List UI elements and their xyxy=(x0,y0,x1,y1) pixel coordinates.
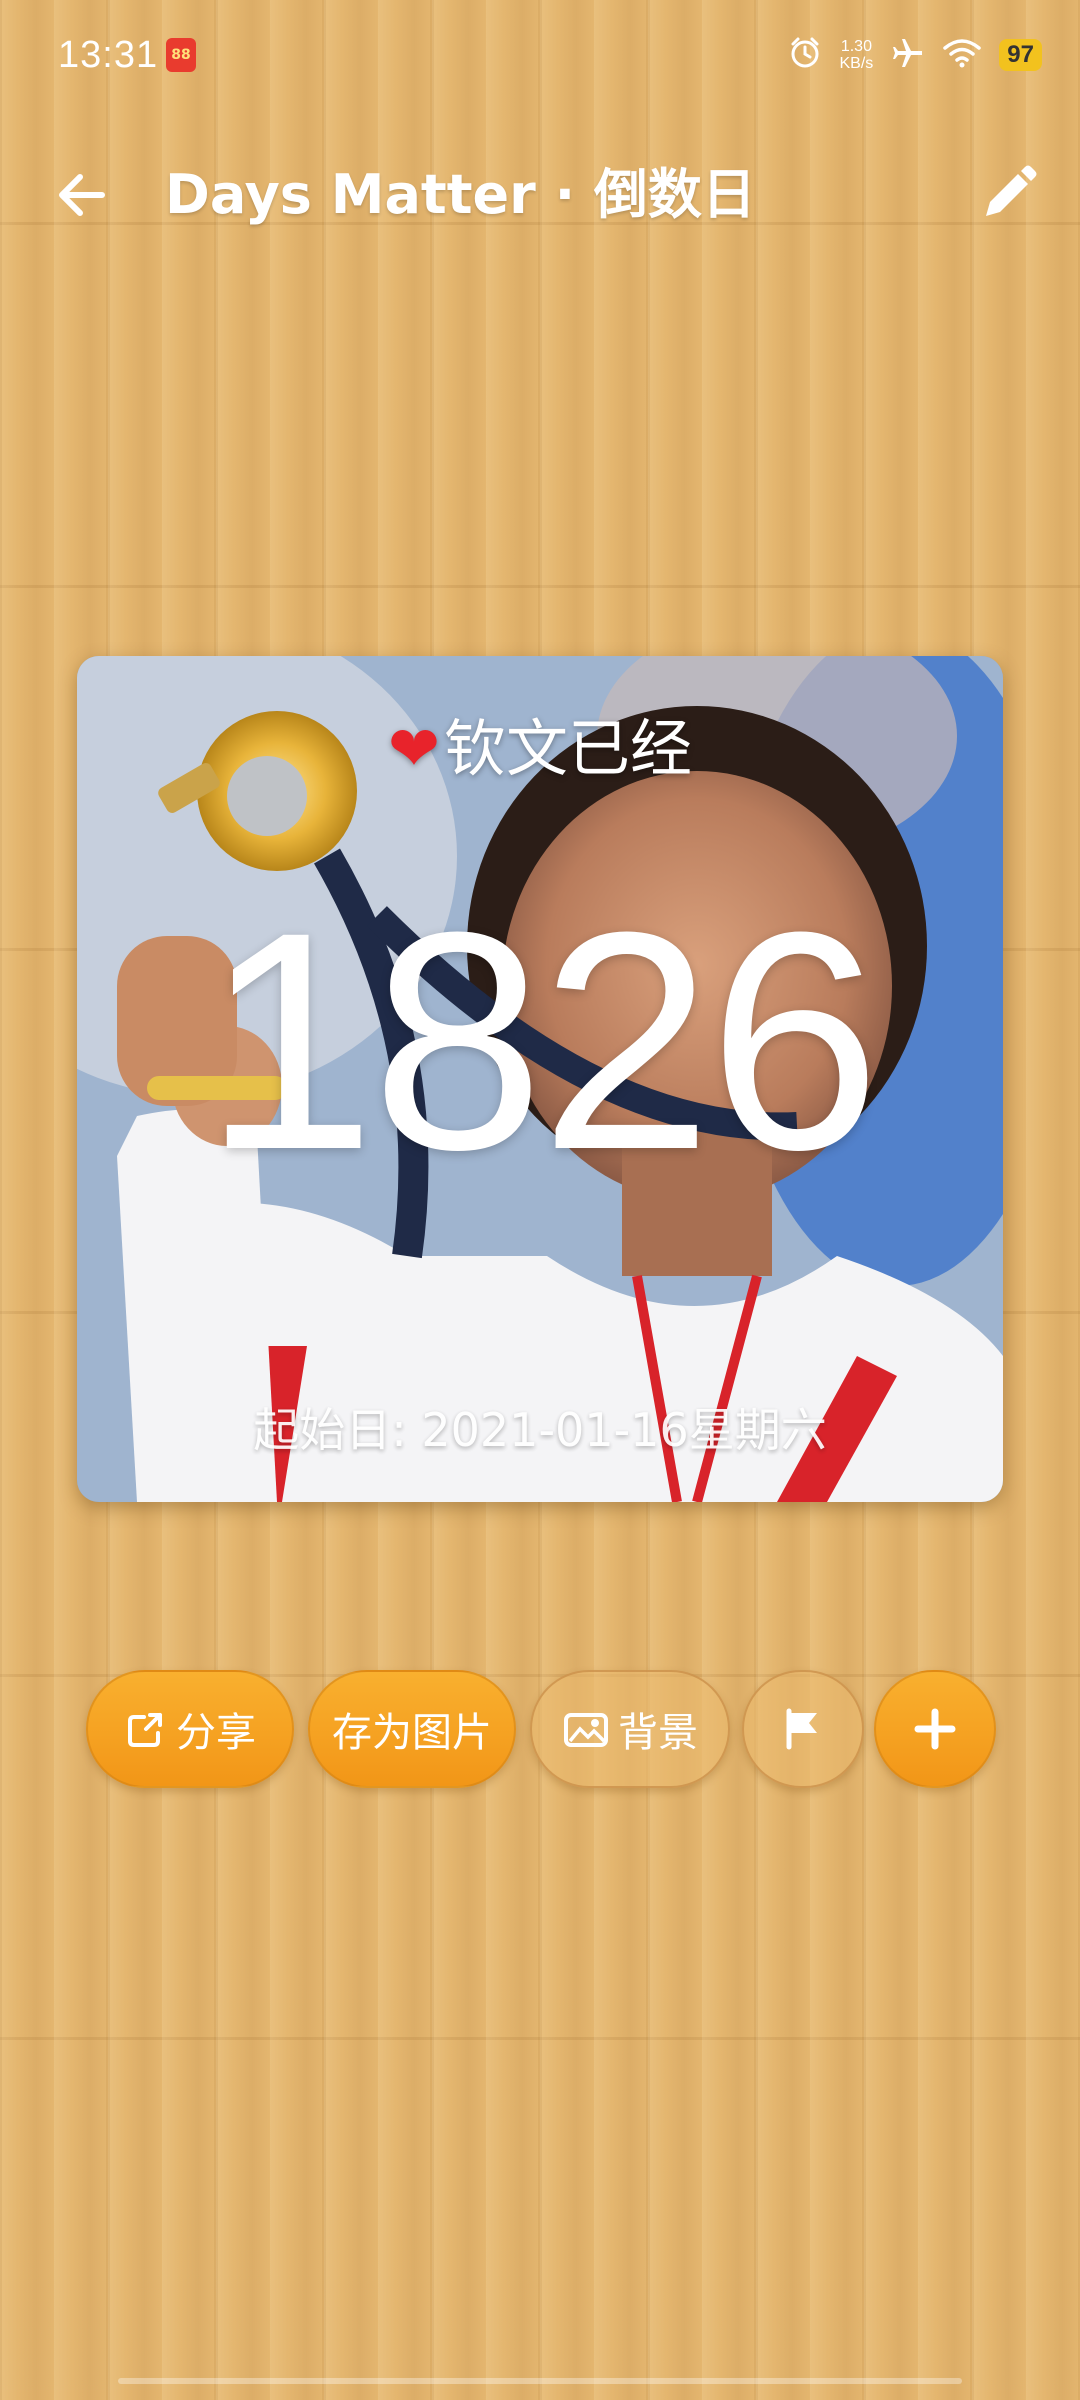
flag-button[interactable] xyxy=(742,1670,864,1788)
share-icon xyxy=(128,1713,162,1747)
start-date: 起始日: 2021-01-16星期六 xyxy=(253,1403,827,1457)
days-card[interactable]: ❤钦文已经 1826 起始日: 2021-01-16星期六 xyxy=(77,656,1003,1502)
background-button[interactable]: 背景 xyxy=(530,1670,730,1788)
save-image-button[interactable]: 存为图片 xyxy=(308,1670,516,1788)
app-header: Days Matter · 倒数日 xyxy=(0,150,1080,240)
flag-icon xyxy=(786,1708,817,1750)
back-button[interactable] xyxy=(50,162,116,228)
status-time: 13:31 xyxy=(58,34,159,76)
status-bar: 13:31 88 1.30 KB/s 97 xyxy=(0,0,1080,110)
app-title: Days Matter · 倒数日 xyxy=(165,163,756,226)
image-icon xyxy=(564,1713,608,1747)
share-label: 分享 xyxy=(176,1710,256,1756)
card-title-text: 钦文已经 xyxy=(443,712,692,785)
network-speed: 1.30 KB/s xyxy=(840,38,874,72)
notification-app-icon: 88 xyxy=(166,38,196,72)
plus-icon xyxy=(914,1708,956,1750)
pencil-icon xyxy=(986,165,1037,216)
airplane-mode-icon xyxy=(891,36,925,74)
heart-icon: ❤ xyxy=(388,712,440,785)
background-label: 背景 xyxy=(618,1710,698,1756)
network-speed-unit: KB/s xyxy=(839,55,874,72)
action-bar: 分享 存为图片 背景 xyxy=(86,1670,996,1788)
wifi-icon xyxy=(943,38,982,72)
network-speed-value: 1.30 xyxy=(840,38,872,55)
battery-icon: 97 xyxy=(999,39,1042,71)
save-image-label: 存为图片 xyxy=(332,1710,492,1756)
add-button[interactable] xyxy=(874,1670,996,1788)
card-title: ❤钦文已经 xyxy=(77,698,1003,788)
edit-button[interactable] xyxy=(972,160,1042,230)
status-icons: 1.30 KB/s 97 xyxy=(788,30,1042,80)
alarm-icon xyxy=(788,36,822,74)
days-count: 1826 xyxy=(203,867,881,1214)
share-button[interactable]: 分享 xyxy=(86,1670,294,1788)
arrow-left-icon xyxy=(59,174,105,216)
home-indicator[interactable] xyxy=(118,2378,962,2384)
